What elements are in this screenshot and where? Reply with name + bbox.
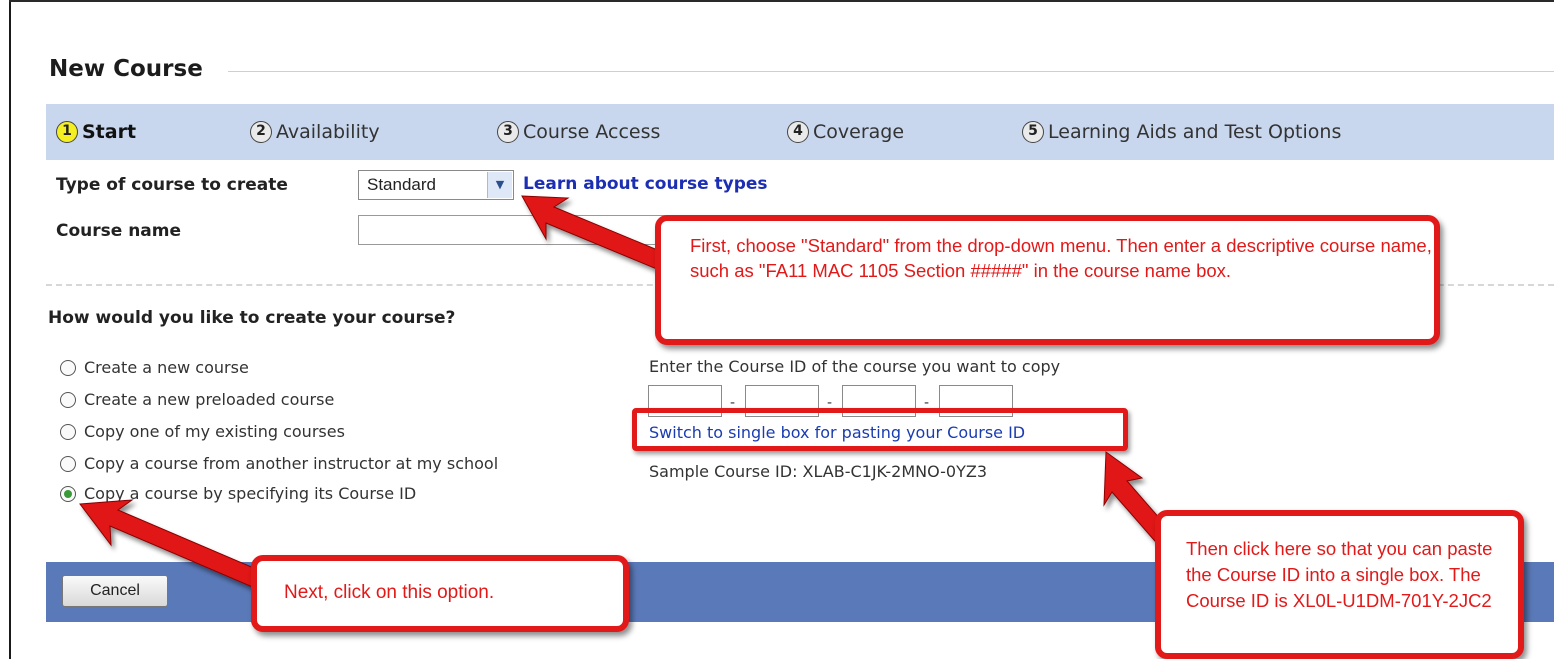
callout-bottom-left: Next, click on this option. <box>251 555 629 632</box>
arrow-to-course-id-option <box>79 499 271 592</box>
callout-bottom-right: Then click here so that you can paste th… <box>1155 510 1524 659</box>
arrow-to-dropdown <box>521 195 673 273</box>
callout-top: First, choose "Standard" from the drop-d… <box>655 215 1440 345</box>
